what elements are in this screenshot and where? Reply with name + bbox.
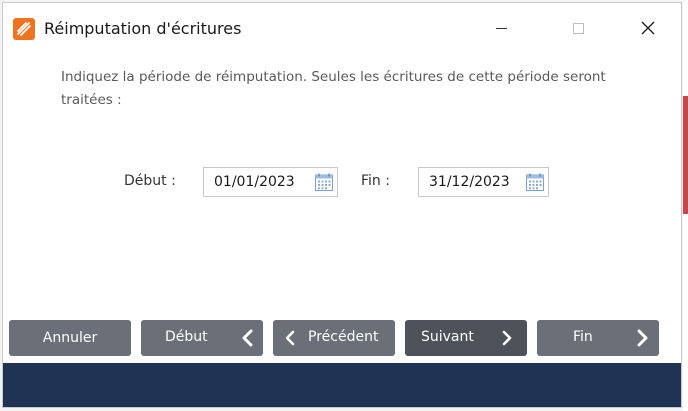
window-title: Réimputation d'écritures [44, 19, 242, 38]
background-window-edge [683, 0, 688, 411]
start-date-label: Début : [124, 173, 176, 189]
cancel-button[interactable]: Annuler [9, 320, 131, 356]
chevron-right-icon [637, 329, 648, 347]
cancel-button-label: Annuler [42, 330, 98, 346]
end-date-field[interactable] [418, 167, 549, 197]
start-date-input[interactable] [204, 168, 312, 196]
last-button[interactable]: Fin [537, 320, 659, 356]
minimize-icon [495, 27, 507, 29]
chevron-left-icon [285, 330, 295, 346]
maximize-button[interactable] [555, 3, 601, 53]
start-date-field[interactable] [203, 167, 338, 197]
maximize-icon [572, 22, 584, 34]
instruction-text: Indiquez la période de réimputation. Seu… [61, 69, 606, 108]
minimize-button[interactable] [478, 3, 524, 53]
app-logo-icon [13, 18, 35, 40]
chevron-right-icon [502, 330, 512, 346]
first-button-label: Début [165, 329, 208, 345]
close-icon [641, 21, 655, 35]
last-button-label: Fin [573, 329, 593, 345]
end-date-label: Fin : [361, 173, 390, 189]
previous-button[interactable]: Précédent [273, 320, 395, 356]
close-button[interactable] [625, 3, 671, 53]
next-button-label: Suivant [421, 329, 474, 345]
calendar-icon[interactable] [525, 172, 545, 192]
end-date-input[interactable] [419, 168, 527, 196]
previous-button-label: Précédent [308, 329, 379, 345]
first-button[interactable]: Début [141, 320, 263, 356]
background-accent [683, 96, 688, 214]
next-button[interactable]: Suivant [405, 320, 527, 356]
title-bar[interactable]: Réimputation d'écritures [3, 3, 681, 53]
calendar-icon[interactable] [314, 172, 334, 192]
footer-bar [3, 363, 681, 407]
chevron-left-icon [242, 329, 253, 347]
dialog-window: Réimputation d'écritures Indiquez la pér… [2, 2, 682, 408]
